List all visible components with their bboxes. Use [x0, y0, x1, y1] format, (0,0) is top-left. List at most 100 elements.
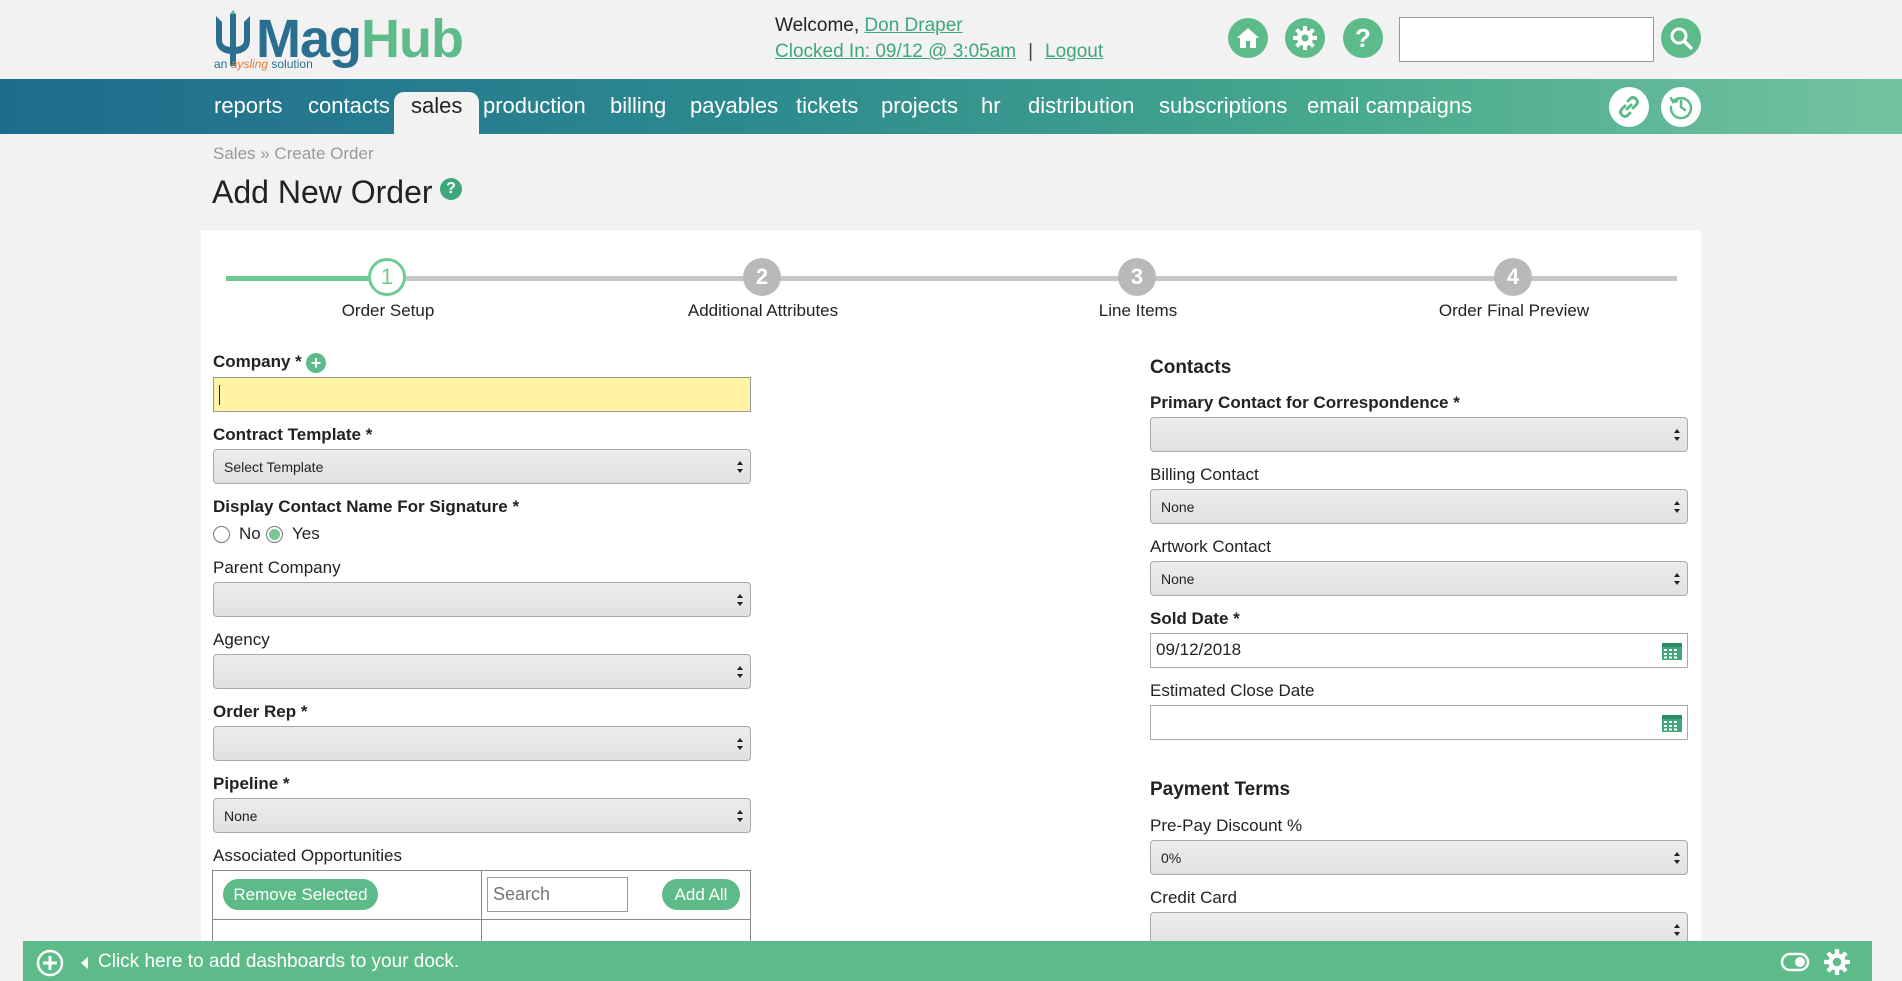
- artwork-contact-value: None: [1161, 571, 1195, 587]
- remove-selected-button[interactable]: Remove Selected: [223, 879, 378, 910]
- dock-toggle-icon[interactable]: [1780, 950, 1810, 974]
- step-4-circle[interactable]: 4: [1494, 258, 1532, 296]
- select-caret-icon: [1674, 501, 1680, 513]
- text-cursor: [219, 384, 220, 405]
- step-1-label: Order Setup: [341, 301, 435, 320]
- header-separator: |: [1028, 41, 1034, 62]
- nav-item-contacts[interactable]: contacts: [308, 93, 390, 119]
- step-2-label: Additional Attributes: [687, 301, 839, 320]
- user-name-link[interactable]: Don Draper: [864, 15, 962, 36]
- nav-item-projects[interactable]: projects: [881, 93, 958, 119]
- nav-item-production[interactable]: production: [483, 93, 586, 119]
- primary-contact-select[interactable]: [1150, 417, 1688, 452]
- prepay-discount-select[interactable]: 0%: [1150, 840, 1688, 875]
- page-help-icon[interactable]: ?: [440, 178, 462, 200]
- step-3-label: Line Items: [1098, 301, 1178, 320]
- welcome-prefix: Welcome,: [775, 15, 865, 36]
- prepay-discount-label: Pre-Pay Discount %: [1150, 816, 1303, 835]
- contract-template-select[interactable]: Select Template: [213, 449, 751, 484]
- step-2-circle[interactable]: 2: [743, 258, 781, 296]
- primary-contact-label: Primary Contact for Correspondence *: [1150, 393, 1460, 412]
- pipeline-select[interactable]: None: [213, 798, 751, 833]
- global-search-input[interactable]: [1399, 17, 1654, 62]
- contacts-heading: Contacts: [1150, 357, 1232, 378]
- select-caret-icon: [1674, 924, 1680, 936]
- maghub-logo[interactable]: MagHub an aysling solution: [210, 10, 464, 72]
- welcome-block: Welcome, Don Draper Clocked In: 09/12 @ …: [775, 13, 1103, 65]
- dock-collapse-arrow-icon[interactable]: [81, 957, 88, 969]
- add-all-button[interactable]: Add All: [662, 879, 740, 910]
- nav-item-tickets[interactable]: tickets: [796, 93, 858, 119]
- estimated-close-input[interactable]: [1150, 705, 1688, 740]
- billing-contact-select[interactable]: None: [1150, 489, 1688, 524]
- credit-card-label: Credit Card: [1150, 888, 1237, 907]
- company-input[interactable]: [213, 377, 751, 412]
- associated-opportunities-label: Associated Opportunities: [213, 846, 402, 865]
- billing-contact-label: Billing Contact: [1150, 465, 1259, 484]
- display-contact-label: Display Contact Name For Signature *: [213, 497, 520, 516]
- contract-template-value: Select Template: [224, 459, 324, 475]
- global-search-button[interactable]: [1661, 18, 1701, 58]
- nav-item-payables[interactable]: payables: [690, 93, 778, 119]
- select-caret-icon: [1674, 852, 1680, 864]
- dock-hint-text[interactable]: Click here to add dashboards to your doc…: [98, 951, 459, 973]
- company-label: Company *: [213, 352, 302, 371]
- search-icon: [1670, 27, 1693, 50]
- signature-radio-no[interactable]: [213, 526, 230, 543]
- nav-item-billing[interactable]: billing: [610, 93, 666, 119]
- step-3-circle[interactable]: 3: [1118, 258, 1156, 296]
- artwork-contact-select[interactable]: None: [1150, 561, 1688, 596]
- table-divider: [212, 919, 751, 920]
- stepper-progress-done: [226, 276, 370, 281]
- select-caret-icon: [1674, 573, 1680, 585]
- quick-links-button[interactable]: [1609, 87, 1649, 127]
- parent-company-label: Parent Company: [213, 558, 341, 577]
- select-caret-icon: [737, 666, 743, 678]
- home-icon: [1237, 28, 1259, 48]
- select-caret-icon: [737, 810, 743, 822]
- gear-icon: [1293, 26, 1317, 50]
- select-caret-icon: [737, 738, 743, 750]
- logout-link[interactable]: Logout: [1045, 41, 1103, 62]
- select-caret-icon: [737, 461, 743, 473]
- parent-company-select[interactable]: [213, 582, 751, 617]
- select-caret-icon: [737, 594, 743, 606]
- calendar-icon[interactable]: [1661, 713, 1683, 733]
- sold-date-input[interactable]: 09/12/2018: [1150, 633, 1688, 668]
- add-company-plus-icon[interactable]: +: [306, 353, 326, 373]
- question-mark-icon: ?: [1355, 22, 1371, 53]
- nav-item-email-campaigns[interactable]: email campaigns: [1307, 93, 1472, 119]
- agency-label: Agency: [213, 630, 270, 649]
- add-dashboard-plus-icon[interactable]: [36, 949, 64, 977]
- signature-radio-yes-label: Yes: [292, 524, 320, 543]
- help-button[interactable]: ?: [1343, 18, 1383, 58]
- settings-button[interactable]: [1285, 18, 1325, 58]
- link-icon: [1619, 96, 1639, 118]
- main-nav-bar: reports contacts sales production billin…: [0, 79, 1902, 134]
- order-rep-select[interactable]: [213, 726, 751, 761]
- history-button[interactable]: [1661, 87, 1701, 127]
- nav-item-hr[interactable]: hr: [981, 93, 1001, 119]
- signature-radio-yes[interactable]: [266, 526, 283, 543]
- home-button[interactable]: [1228, 18, 1268, 58]
- page-title: Add New Order: [212, 174, 433, 210]
- opportunities-search-input[interactable]: [487, 877, 628, 912]
- breadcrumb[interactable]: Sales » Create Order: [213, 144, 374, 164]
- calendar-icon[interactable]: [1661, 641, 1683, 661]
- clocked-in-link[interactable]: Clocked In: 09/12 @ 3:05am: [775, 41, 1016, 62]
- agency-select[interactable]: [213, 654, 751, 689]
- sold-date-label: Sold Date *: [1150, 609, 1240, 628]
- pipeline-value: None: [224, 808, 258, 824]
- nav-item-subscriptions[interactable]: subscriptions: [1159, 93, 1287, 119]
- contract-template-label: Contract Template *: [213, 425, 373, 444]
- billing-contact-value: None: [1161, 499, 1195, 515]
- nav-item-reports[interactable]: reports: [214, 93, 282, 119]
- history-clock-icon: [1669, 96, 1693, 120]
- step-1-circle[interactable]: 1: [368, 258, 406, 296]
- nav-item-sales[interactable]: sales: [394, 92, 480, 134]
- dock-settings-gear-icon[interactable]: [1823, 948, 1851, 976]
- nav-item-distribution[interactable]: distribution: [1028, 93, 1134, 119]
- prepay-discount-value: 0%: [1161, 850, 1182, 866]
- order-rep-label: Order Rep *: [213, 702, 308, 721]
- logo-tagline: an aysling solution: [214, 57, 313, 71]
